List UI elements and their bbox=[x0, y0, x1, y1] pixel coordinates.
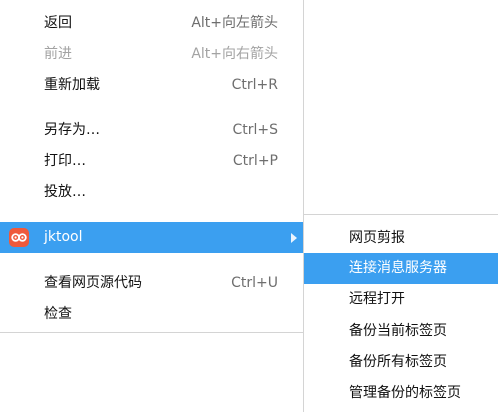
menu-item-shortcut: Ctrl+R bbox=[231, 77, 278, 93]
menu-item-label: 打印… bbox=[44, 153, 86, 169]
menu-item-view-source[interactable]: 查看网页源代码 Ctrl+U bbox=[0, 268, 303, 299]
jktool-submenu: 网页剪报 连接消息服务器 远程打开 备份当前标签页 备份所有标签页 管理备份的标… bbox=[303, 214, 498, 412]
menu-item-shortcut: Ctrl+S bbox=[232, 122, 278, 138]
submenu-item-backup-current-tab[interactable]: 备份当前标签页 bbox=[304, 316, 498, 347]
submenu-item-backup-all-tabs[interactable]: 备份所有标签页 bbox=[304, 347, 498, 378]
submenu-item-remote-open[interactable]: 远程打开 bbox=[304, 284, 498, 315]
menu-item-label: 重新加载 bbox=[44, 77, 100, 93]
menu-item-shortcut: Ctrl+P bbox=[232, 153, 278, 169]
menu-item-label: 检查 bbox=[44, 306, 72, 322]
menu-item-print[interactable]: 打印… Ctrl+P bbox=[0, 146, 303, 177]
menu-item-label: 查看网页源代码 bbox=[44, 275, 142, 291]
menu-item-label: 另存为… bbox=[44, 122, 100, 138]
submenu-item-label: 备份当前标签页 bbox=[349, 323, 447, 339]
menu-item-cast[interactable]: 投放… bbox=[0, 177, 303, 208]
menu-item-forward[interactable]: 前进 Alt+向右箭头 bbox=[0, 39, 303, 70]
submenu-item-label: 管理备份的标签页 bbox=[349, 385, 461, 401]
context-menu: 返回 Alt+向左箭头 前进 Alt+向右箭头 重新加载 Ctrl+R 另存为…… bbox=[0, 0, 304, 333]
menu-item-shortcut: Alt+向右箭头 bbox=[191, 46, 278, 62]
submenu-item-connect-message-server[interactable]: 连接消息服务器 bbox=[304, 253, 498, 284]
menu-item-save-as[interactable]: 另存为… Ctrl+S bbox=[0, 115, 303, 146]
submenu-item-label: 远程打开 bbox=[349, 291, 405, 307]
menu-item-inspect[interactable]: 检查 bbox=[0, 299, 303, 330]
menu-item-back[interactable]: 返回 Alt+向左箭头 bbox=[0, 8, 303, 39]
menu-item-label: 投放… bbox=[44, 184, 86, 200]
menu-item-shortcut: Ctrl+U bbox=[231, 275, 278, 291]
jktool-extension-icon bbox=[9, 228, 29, 247]
menu-item-jktool[interactable]: jktool bbox=[0, 222, 303, 253]
browser-page: 返回 Alt+向左箭头 前进 Alt+向右箭头 重新加载 Ctrl+R 另存为…… bbox=[0, 0, 498, 412]
menu-item-shortcut: Alt+向左箭头 bbox=[191, 15, 278, 31]
submenu-item-label: 连接消息服务器 bbox=[349, 260, 447, 276]
submenu-item-label: 备份所有标签页 bbox=[349, 354, 447, 370]
menu-item-label: 返回 bbox=[44, 15, 72, 31]
submenu-item-manage-backup-tabs[interactable]: 管理备份的标签页 bbox=[304, 378, 498, 409]
submenu-item-label: 网页剪报 bbox=[349, 230, 405, 246]
submenu-item-web-clipper[interactable]: 网页剪报 bbox=[304, 223, 498, 254]
menu-item-label: jktool bbox=[44, 229, 83, 245]
menu-item-label: 前进 bbox=[44, 46, 72, 62]
chevron-right-icon bbox=[291, 233, 297, 243]
menu-item-reload[interactable]: 重新加载 Ctrl+R bbox=[0, 70, 303, 101]
